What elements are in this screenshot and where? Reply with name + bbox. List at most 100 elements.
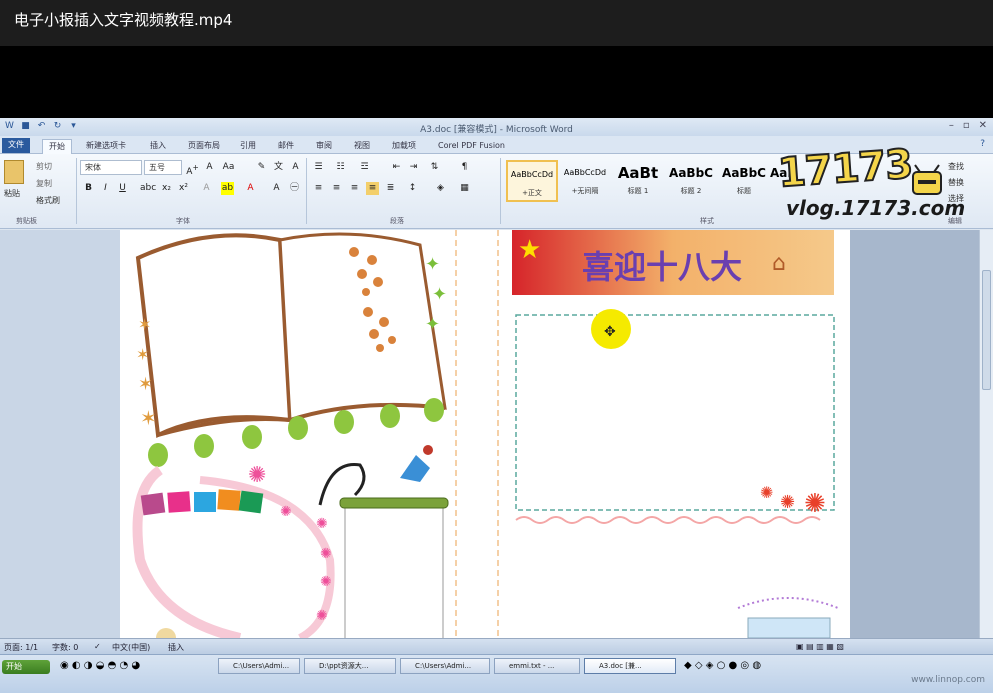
document-page[interactable]: ✶ ✶ ✶ ✶ ✦ ✦ ✦ ✺ ✺ ✺ ✺ ✺ ✺ ★ ⌂ 喜迎十八大 ✥ ✺ … xyxy=(120,230,850,638)
proofing-icon[interactable]: ✓ xyxy=(94,642,101,651)
word-count[interactable]: 字数: 0 xyxy=(52,642,78,653)
char-shading-icon[interactable]: A xyxy=(270,182,283,195)
tab-home[interactable]: 开始 xyxy=(42,139,72,154)
underline-icon[interactable]: U xyxy=(116,182,129,195)
sort-icon[interactable]: ⇅ xyxy=(428,161,441,174)
video-player: 电子小报插入文字视频教程.mp4 W ■ ↶ ↻ ▾ A3.doc [兼容模式]… xyxy=(0,0,993,693)
tab-view[interactable]: 视图 xyxy=(348,139,376,154)
line-spacing-icon[interactable]: ↕ xyxy=(406,182,419,195)
paste-button[interactable]: 粘贴 xyxy=(4,188,20,199)
bullets-icon[interactable]: ☰ xyxy=(312,161,325,174)
shading-icon[interactable]: ◈ xyxy=(434,182,447,195)
grow-font-icon[interactable]: A+ xyxy=(186,161,199,177)
taskbar-item-explorer-1[interactable]: C:\Users\Admi... xyxy=(218,658,300,674)
svg-text:✺: ✺ xyxy=(248,463,266,488)
taskbar-item-ppt-folder[interactable]: D:\ppt资源大... xyxy=(304,658,396,674)
text-frame[interactable] xyxy=(515,314,835,511)
tab-page-layout[interactable]: 页面布局 xyxy=(182,139,226,154)
svg-text:⌂: ⌂ xyxy=(772,251,786,276)
vertical-scrollbar[interactable] xyxy=(979,230,993,638)
svg-text:✶: ✶ xyxy=(138,374,153,395)
increase-indent-icon[interactable]: ⇥ xyxy=(407,161,420,174)
help-icon[interactable]: ? xyxy=(980,139,985,149)
tray-icons[interactable]: ◆ ◇ ◈ ○ ● ◎ ◍ xyxy=(684,660,761,671)
tab-mailings[interactable]: 邮件 xyxy=(272,139,300,154)
paste-icon[interactable] xyxy=(4,160,24,184)
quick-launch-icons[interactable]: ◉ ◐ ◑ ◒ ◓ ◔ ◕ xyxy=(60,660,140,671)
cut-button[interactable]: 剪切 xyxy=(36,161,52,172)
numbering-icon[interactable]: ☷ xyxy=(334,161,347,174)
replace-button[interactable]: 替换 xyxy=(948,177,964,188)
svg-text:✦: ✦ xyxy=(425,314,440,335)
strikethrough-icon[interactable]: abc xyxy=(140,182,156,195)
window-title: A3.doc [兼容模式] - Microsoft Word xyxy=(420,125,573,135)
bold-icon[interactable]: B xyxy=(82,182,95,195)
video-frame[interactable]: W ■ ↶ ↻ ▾ A3.doc [兼容模式] - Microsoft Word… xyxy=(0,118,993,693)
svg-text:✺: ✺ xyxy=(804,489,826,519)
close-icon[interactable]: ✕ xyxy=(979,120,987,131)
format-painter-button[interactable]: 格式刷 xyxy=(36,195,60,206)
tab-insert[interactable]: 插入 xyxy=(144,139,172,154)
windows-taskbar: 开始 ◉ ◐ ◑ ◒ ◓ ◔ ◕ C:\Users\Admi... D:\ppt… xyxy=(0,654,993,693)
tab-addins[interactable]: 加载项 xyxy=(386,139,422,154)
start-button[interactable]: 开始 xyxy=(2,660,50,674)
highlight-icon[interactable]: ab xyxy=(221,182,234,195)
document-area[interactable]: ✶ ✶ ✶ ✶ ✦ ✦ ✦ ✺ ✺ ✺ ✺ ✺ ✺ ★ ⌂ 喜迎十八大 ✥ ✺ … xyxy=(0,230,993,638)
language-status[interactable]: 中文(中国) xyxy=(112,642,150,653)
show-marks-icon[interactable]: ¶ xyxy=(458,161,471,174)
font-name-select[interactable]: 宋体 xyxy=(80,160,142,175)
taskbar-item-notepad[interactable]: emmi.txt - ... xyxy=(494,658,580,674)
tab-corel-pdf[interactable]: Corel PDF Fusion xyxy=(432,139,511,154)
bird-illustration xyxy=(400,445,433,482)
shrink-font-icon[interactable]: A xyxy=(203,161,216,174)
svg-text:✺: ✺ xyxy=(320,546,332,562)
subscript-icon[interactable]: x₂ xyxy=(160,182,173,195)
multilevel-list-icon[interactable]: ☲ xyxy=(358,161,371,174)
align-right-icon[interactable]: ≡ xyxy=(348,182,361,195)
text-effect-icon[interactable]: A xyxy=(200,182,213,195)
svg-text:✺: ✺ xyxy=(316,608,328,624)
scroll-thumb[interactable] xyxy=(982,270,991,390)
svg-text:✺: ✺ xyxy=(760,483,773,502)
decrease-indent-icon[interactable]: ⇤ xyxy=(390,161,403,174)
superscript-icon[interactable]: x² xyxy=(177,182,190,195)
tab-references[interactable]: 引用 xyxy=(234,139,262,154)
style-no-spacing[interactable]: AaBbCcDd +无间隔 xyxy=(559,160,611,202)
enclose-char-icon[interactable]: ㊀ xyxy=(288,182,301,195)
maximize-icon[interactable]: ▫ xyxy=(963,120,970,131)
open-book-illustration xyxy=(135,232,447,439)
newspaper-layout: ✶ ✶ ✶ ✶ ✦ ✦ ✦ ✺ ✺ ✺ ✺ ✺ ✺ ★ ⌂ 喜迎十八大 ✥ ✺ … xyxy=(132,230,839,638)
style-normal[interactable]: AaBbCcDd +正文 xyxy=(506,160,558,202)
view-buttons[interactable]: ▣ ▤ ▥ ▦ ▧ xyxy=(796,642,844,651)
copy-button[interactable]: 复制 xyxy=(36,178,52,189)
style-heading-1[interactable]: AaBt 标题 1 xyxy=(612,160,664,202)
svg-text:✺: ✺ xyxy=(320,574,332,590)
find-button[interactable]: 查找 xyxy=(948,161,964,172)
justify-icon[interactable]: ≡ xyxy=(366,182,379,195)
page-count[interactable]: 页面: 1/1 xyxy=(4,642,38,653)
distribute-icon[interactable]: ≣ xyxy=(384,182,397,195)
font-color-icon[interactable]: A xyxy=(244,182,257,195)
svg-text:✦: ✦ xyxy=(425,254,440,275)
insert-mode-status[interactable]: 插入 xyxy=(168,642,184,653)
taskbar-item-explorer-2[interactable]: C:\Users\Admi... xyxy=(400,658,490,674)
align-left-icon[interactable]: ≡ xyxy=(312,182,325,195)
borders-icon[interactable]: ▦ xyxy=(458,182,471,195)
tab-review[interactable]: 审阅 xyxy=(310,139,338,154)
minimize-icon[interactable]: – xyxy=(949,120,954,131)
svg-text:✺: ✺ xyxy=(316,516,328,532)
phonetic-icon[interactable]: 文 xyxy=(272,161,285,174)
change-case-icon[interactable]: Aa xyxy=(222,161,235,174)
svg-text:✶: ✶ xyxy=(138,315,151,334)
taskbar-item-word[interactable]: A3.doc [兼... xyxy=(584,658,676,674)
italic-icon[interactable]: I xyxy=(99,182,112,195)
align-center-icon[interactable]: ≡ xyxy=(330,182,343,195)
style-title[interactable]: AaBbC 标题 xyxy=(718,160,770,202)
tab-file[interactable]: 文件 xyxy=(2,138,30,153)
style-heading-2[interactable]: AaBbC 标题 2 xyxy=(665,160,717,202)
watermark-logo: 17173 vlog.17173.com xyxy=(776,140,966,220)
char-border-icon[interactable]: A xyxy=(289,161,302,174)
tab-new[interactable]: 新建选项卡 xyxy=(80,139,132,154)
clear-format-icon[interactable]: ✎ xyxy=(255,161,268,174)
font-size-select[interactable]: 五号 xyxy=(144,160,182,175)
